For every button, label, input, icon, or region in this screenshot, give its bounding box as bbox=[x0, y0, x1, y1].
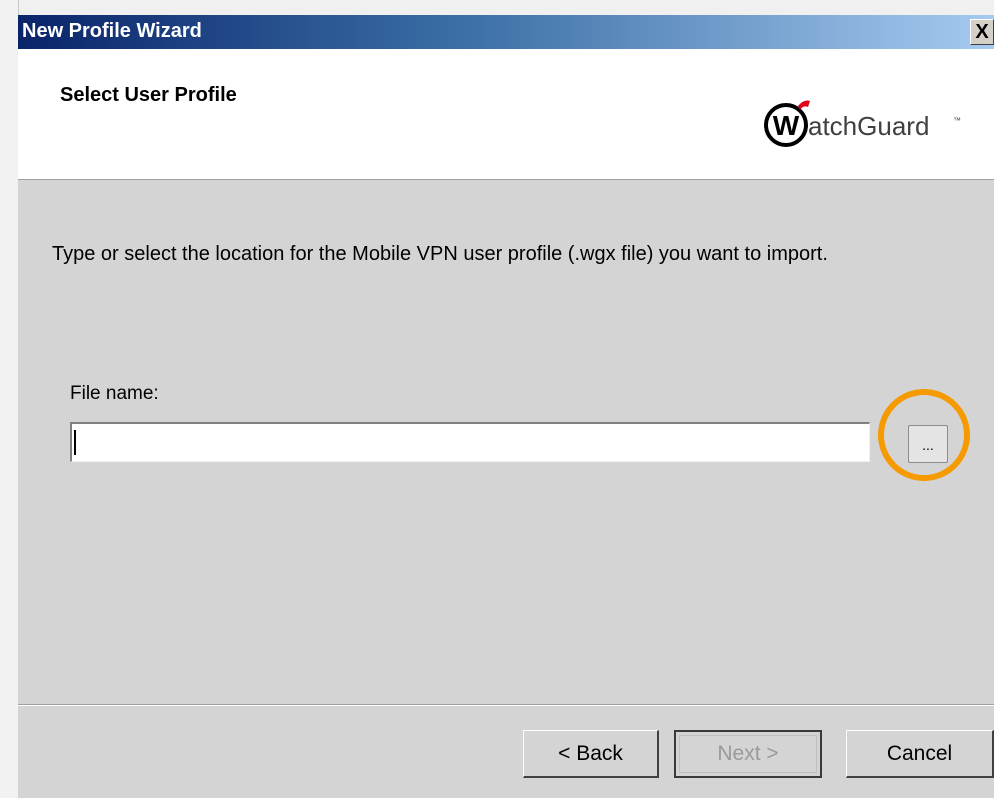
wizard-header: Select User Profile W atchGuard ™ bbox=[18, 49, 994, 180]
cancel-button-label: Cancel bbox=[886, 741, 953, 765]
instruction-text: Type or select the location for the Mobi… bbox=[52, 243, 828, 265]
wizard-footer: < Back Next > Cancel bbox=[18, 706, 994, 798]
back-button-label: < Back bbox=[558, 741, 623, 765]
svg-text:™: ™ bbox=[953, 116, 961, 125]
watchguard-logo-icon: W atchGuard ™ bbox=[764, 100, 961, 147]
wizard-window: New Profile Wizard X Select User Profile… bbox=[18, 15, 994, 798]
svg-text:W: W bbox=[773, 110, 800, 141]
window-title: New Profile Wizard bbox=[22, 20, 202, 42]
watchguard-logo: W atchGuard ™ bbox=[762, 93, 972, 153]
close-button[interactable]: X bbox=[970, 19, 994, 45]
cancel-button[interactable]: Cancel bbox=[846, 730, 994, 778]
page-title: Select User Profile bbox=[60, 84, 237, 106]
next-button[interactable]: Next > bbox=[674, 730, 822, 778]
browse-button-label: ... bbox=[922, 437, 934, 453]
file-name-label: File name: bbox=[70, 383, 159, 404]
title-bar[interactable]: New Profile Wizard X bbox=[18, 15, 994, 49]
background-left-strip bbox=[0, 0, 19, 798]
back-button[interactable]: < Back bbox=[523, 730, 659, 778]
svg-text:atchGuard: atchGuard bbox=[808, 111, 929, 141]
text-caret bbox=[74, 430, 76, 455]
file-name-input[interactable] bbox=[70, 422, 870, 462]
wizard-content: Type or select the location for the Mobi… bbox=[18, 180, 994, 704]
next-button-focus-rect bbox=[679, 735, 817, 773]
close-icon: X bbox=[975, 20, 989, 43]
browse-button[interactable]: ... bbox=[908, 425, 948, 463]
